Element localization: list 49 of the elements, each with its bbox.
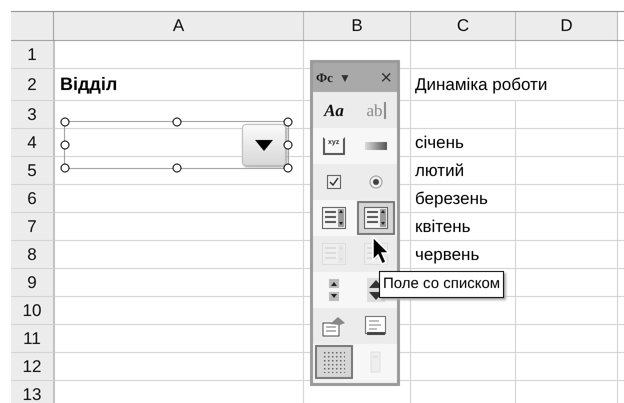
table-cell[interactable]: квітень: [411, 213, 515, 240]
table-cell[interactable]: червень: [411, 241, 515, 268]
properties-icon: [322, 315, 346, 337]
dropdown-button[interactable]: [242, 124, 286, 166]
resize-handle[interactable]: [172, 164, 181, 172]
column-header[interactable]: D: [516, 12, 617, 40]
checkbox-icon: [327, 175, 341, 189]
row-header[interactable]: 1: [11, 41, 53, 68]
combo-box-icon: [364, 207, 388, 229]
row-header[interactable]: 11: [11, 325, 53, 352]
resize-handle[interactable]: [60, 164, 70, 172]
scroll-bar-icon: [329, 279, 339, 301]
table-cell[interactable]: Динаміка роботи: [411, 69, 617, 100]
row-header[interactable]: 8: [11, 241, 53, 268]
row-header[interactable]: 7: [11, 213, 53, 240]
table-cell[interactable]: січень: [411, 129, 515, 156]
row-header[interactable]: 3: [11, 101, 53, 128]
row-header[interactable]: 5: [11, 157, 53, 184]
row-header[interactable]: 2: [11, 69, 53, 100]
row-header[interactable]: 12: [11, 353, 53, 380]
row-header[interactable]: 13: [11, 381, 53, 403]
table-cell[interactable]: Відділ: [55, 69, 303, 100]
list-box-icon: [322, 207, 346, 229]
toolbar-button[interactable]: Aa: [315, 93, 353, 127]
table-cell[interactable]: лютий: [411, 157, 515, 184]
resize-handle[interactable]: [284, 140, 292, 150]
resize-handle[interactable]: [284, 118, 292, 126]
resize-handle[interactable]: [60, 118, 70, 126]
resize-handle[interactable]: [60, 140, 70, 150]
caret-icon: [255, 140, 273, 150]
tooltip: Поле со списком: [379, 271, 504, 298]
row-header[interactable]: 9: [11, 269, 53, 296]
toolbar-menu-button[interactable]: ▼: [338, 68, 351, 86]
row-header[interactable]: 10: [11, 297, 53, 324]
resize-handle[interactable]: [172, 118, 181, 126]
row-header[interactable]: 6: [11, 185, 53, 212]
table-cell[interactable]: березень: [411, 185, 515, 212]
toolbar-button[interactable]: [357, 201, 395, 235]
radio-button-icon: [369, 175, 383, 189]
column-header[interactable]: B: [304, 12, 410, 40]
toolbar-title: Фс: [316, 68, 333, 87]
button-icon: [365, 142, 387, 150]
column-header[interactable]: A: [54, 12, 303, 40]
column-header[interactable]: C: [411, 12, 515, 40]
resize-handle[interactable]: [284, 164, 292, 172]
row-header[interactable]: 4: [11, 129, 53, 156]
label-icon: Aa: [324, 102, 344, 118]
code-window-icon: [365, 316, 387, 336]
close-button[interactable]: ×: [380, 68, 394, 88]
